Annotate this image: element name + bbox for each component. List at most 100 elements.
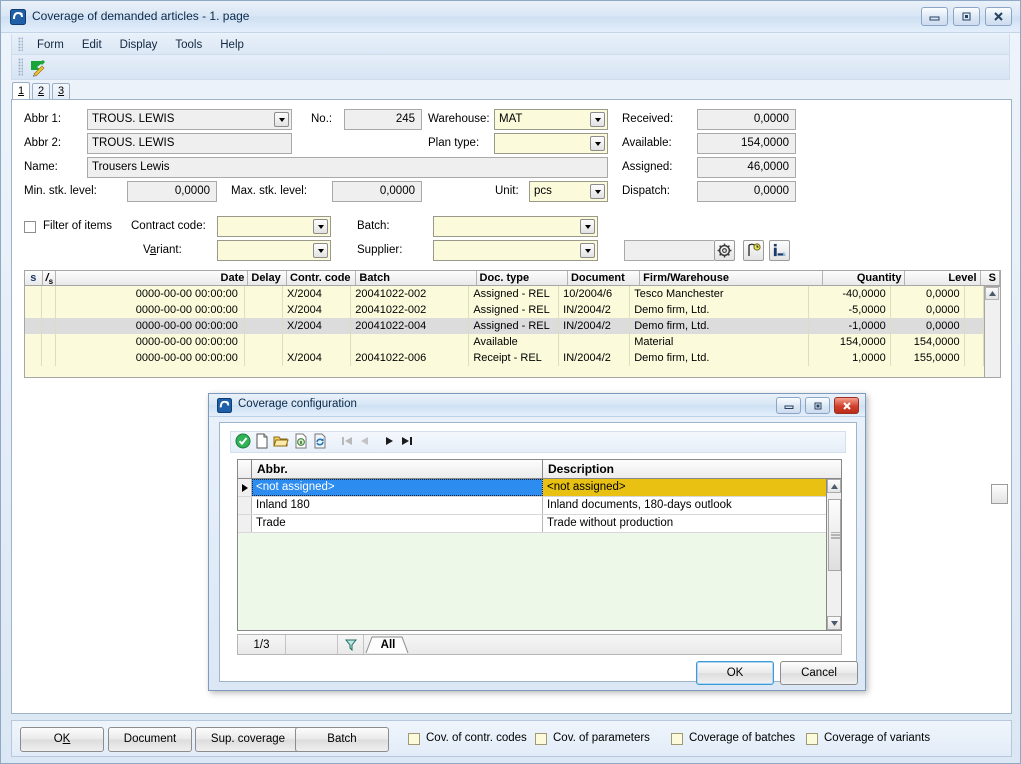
open-folder-icon[interactable]: [273, 433, 290, 452]
column-header-abbr[interactable]: Abbr.: [252, 460, 543, 478]
no-field[interactable]: 245: [344, 109, 422, 130]
page-tab-1[interactable]: 1: [12, 82, 30, 100]
page-tab-3[interactable]: 3: [52, 83, 70, 100]
cov-contr-codes-checkbox[interactable]: [408, 733, 420, 745]
table-row[interactable]: 0000-00-00 00:00:00 X/2004 20041022-002 Ass…: [25, 302, 984, 318]
config-scroll-down-arrow[interactable]: [827, 616, 841, 630]
filter-funnel-icon[interactable]: [338, 635, 364, 654]
cov-parameters-label: Cov. of parameters: [553, 732, 650, 744]
chevron-down-icon[interactable]: [313, 243, 328, 258]
chevron-down-icon[interactable]: [590, 184, 605, 199]
edit-arrow-icon[interactable]: [28, 58, 48, 77]
flag-clock-icon[interactable]: [743, 240, 764, 261]
grid-column-header-level[interactable]: Level: [905, 271, 981, 285]
list-item[interactable]: <not assigned> <not assigned>: [238, 479, 841, 497]
grid-column-header-delay[interactable]: Delay: [248, 271, 288, 285]
abbr2-field[interactable]: TROUS. LEWIS: [87, 133, 292, 154]
menu-item-display[interactable]: Display: [111, 37, 167, 53]
batch-button[interactable]: Batch: [295, 727, 389, 752]
grid-column-header-batch[interactable]: Batch: [356, 271, 477, 285]
unit-combo[interactable]: pcs: [529, 181, 608, 202]
table-row[interactable]: 0000-00-00 00:00:00 X/2004 20041022-004 Ass…: [25, 318, 984, 334]
batch-filter-combo[interactable]: [433, 216, 598, 237]
dialog-close-button[interactable]: [834, 397, 859, 414]
new-document-icon[interactable]: [254, 433, 270, 452]
max-stk-field[interactable]: 0,0000: [332, 181, 422, 202]
grid-column-header-date[interactable]: Date: [56, 271, 249, 285]
coverage-variants-checkbox[interactable]: [806, 733, 818, 745]
cov-parameters-checkbox[interactable]: [535, 733, 547, 745]
refresh-document-icon[interactable]: [312, 433, 328, 452]
configuration-grid-scrollbar[interactable]: [826, 479, 841, 630]
menu-item-tools[interactable]: Tools: [166, 37, 211, 53]
grid-column-header-s[interactable]: /s: [43, 271, 57, 285]
contract-code-combo[interactable]: [217, 216, 331, 237]
table-cell: Assigned - REL: [469, 318, 560, 334]
grid-column-header-contr-code[interactable]: Contr. code: [287, 271, 357, 285]
panel-side-handle[interactable]: [991, 484, 1008, 504]
min-stk-field[interactable]: 0,0000: [127, 181, 217, 202]
abbr1-combo[interactable]: TROUS. LEWIS: [87, 109, 292, 130]
toolbar-grip[interactable]: [18, 58, 23, 76]
first-record-icon[interactable]: [341, 435, 355, 450]
variant-combo[interactable]: [217, 240, 331, 261]
list-item[interactable]: Trade Trade without production: [238, 515, 841, 533]
table-cell: [42, 350, 57, 366]
gear-icon[interactable]: [714, 240, 735, 261]
filter-extra-field[interactable]: [624, 240, 714, 261]
config-scroll-thumb[interactable]: [828, 499, 841, 571]
chevron-down-icon[interactable]: [590, 136, 605, 151]
config-scroll-up-arrow[interactable]: [827, 479, 841, 493]
sup-coverage-button[interactable]: Sup. coverage: [195, 727, 301, 752]
name-field[interactable]: Trousers Lewis: [87, 157, 608, 178]
list-item[interactable]: Inland 180 Inland documents, 180-days out…: [238, 497, 841, 515]
table-row[interactable]: 0000-00-00 00:00:00 Available Material 154,…: [25, 334, 984, 350]
document-button[interactable]: Document: [108, 727, 192, 752]
dialog-cancel-button[interactable]: Cancel: [780, 661, 858, 685]
menu-item-form[interactable]: Form: [28, 37, 73, 53]
grid-column-header-s[interactable]: s: [25, 271, 43, 285]
table-cell: [42, 302, 57, 318]
table-cell: [351, 334, 470, 350]
grid-column-header-doc-type[interactable]: Doc. type: [477, 271, 568, 285]
lock-document-icon[interactable]: [293, 433, 309, 452]
chevron-down-icon[interactable]: [313, 219, 328, 234]
info-icon[interactable]: s: [769, 240, 790, 261]
menu-item-edit[interactable]: Edit: [73, 37, 111, 53]
maximize-button[interactable]: [953, 7, 980, 26]
table-cell: Demo firm, Ltd.: [630, 318, 810, 334]
previous-record-icon[interactable]: [358, 435, 372, 450]
grid-column-header-firm-warehouse[interactable]: Firm/Warehouse: [640, 271, 823, 285]
supplier-combo[interactable]: [433, 240, 598, 261]
chevron-down-icon[interactable]: [580, 219, 595, 234]
ok-check-icon[interactable]: [235, 433, 251, 452]
grid-vertical-scrollbar[interactable]: [985, 286, 1001, 378]
chevron-down-icon[interactable]: [274, 112, 289, 127]
page-tab-2[interactable]: 2: [32, 83, 50, 100]
grid-column-header-document[interactable]: Document: [568, 271, 641, 285]
last-record-icon[interactable]: [399, 435, 413, 450]
table-cell: 20041022-002: [351, 302, 470, 318]
minimize-button[interactable]: [921, 7, 948, 26]
chevron-down-icon[interactable]: [580, 243, 595, 258]
menu-item-help[interactable]: Help: [211, 37, 253, 53]
menu-grip[interactable]: [18, 37, 23, 51]
table-row[interactable]: 0000-00-00 00:00:00 X/2004 20041022-006 Rec…: [25, 350, 984, 366]
ok-button[interactable]: OK: [20, 727, 104, 752]
dialog-ok-button[interactable]: OK: [696, 661, 774, 685]
chevron-down-icon[interactable]: [590, 112, 605, 127]
plan-type-combo[interactable]: [494, 133, 608, 154]
status-tab-all[interactable]: All: [364, 635, 412, 654]
close-button[interactable]: [985, 7, 1012, 26]
scroll-up-arrow[interactable]: [985, 287, 999, 300]
next-record-icon[interactable]: [382, 435, 396, 450]
table-row[interactable]: 0000-00-00 00:00:00 X/2004 20041022-002 Ass…: [25, 286, 984, 302]
dialog-maximize-button[interactable]: [805, 397, 830, 414]
warehouse-combo[interactable]: MAT: [494, 109, 608, 130]
grid-column-header-s[interactable]: S: [981, 271, 1001, 285]
grid-column-header-quantity[interactable]: Quantity: [823, 271, 906, 285]
filter-of-items-checkbox[interactable]: [24, 221, 36, 233]
coverage-batches-checkbox[interactable]: [671, 733, 683, 745]
column-header-description[interactable]: Description: [543, 460, 841, 478]
dialog-minimize-button[interactable]: [776, 397, 801, 414]
